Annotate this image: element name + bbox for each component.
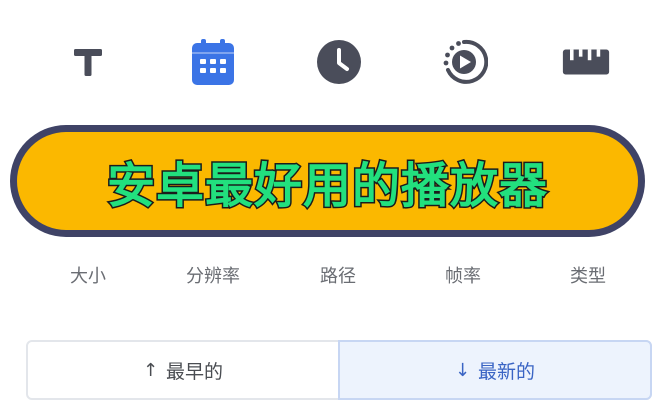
sort-icon-row bbox=[0, 0, 657, 125]
promo-banner: 安卓最好用的播放器 bbox=[10, 125, 645, 237]
oldest-first-button[interactable]: ↑ 最早的 bbox=[28, 342, 338, 398]
newest-first-label: 最新的 bbox=[478, 360, 536, 383]
sort-label-path[interactable]: 路径 bbox=[283, 262, 393, 288]
sort-label-row: 大小 分辨率 路径 帧率 类型 bbox=[0, 262, 657, 292]
sort-label-resolution[interactable]: 分辨率 bbox=[158, 262, 268, 288]
promo-banner-fill: 安卓最好用的播放器 bbox=[17, 132, 638, 230]
ruler-icon[interactable] bbox=[562, 38, 610, 86]
oldest-first-label: 最早的 bbox=[166, 360, 224, 383]
sort-label-type[interactable]: 类型 bbox=[533, 262, 643, 288]
sort-label-framerate[interactable]: 帧率 bbox=[408, 262, 518, 288]
arrow-up-icon: ↑ bbox=[142, 359, 159, 381]
calendar-icon[interactable] bbox=[189, 38, 237, 86]
newest-first-button[interactable]: ↓ 最新的 bbox=[338, 340, 652, 400]
text-icon[interactable] bbox=[64, 38, 112, 86]
promo-banner-text: 安卓最好用的播放器 bbox=[105, 157, 548, 216]
clock-icon[interactable] bbox=[315, 38, 363, 86]
sort-order-toggle: ↑ 最早的 ↓ 最新的 bbox=[26, 340, 652, 400]
playback-rate-icon[interactable] bbox=[440, 38, 488, 86]
arrow-down-icon: ↓ bbox=[454, 359, 471, 381]
sort-label-size[interactable]: 大小 bbox=[33, 262, 143, 288]
